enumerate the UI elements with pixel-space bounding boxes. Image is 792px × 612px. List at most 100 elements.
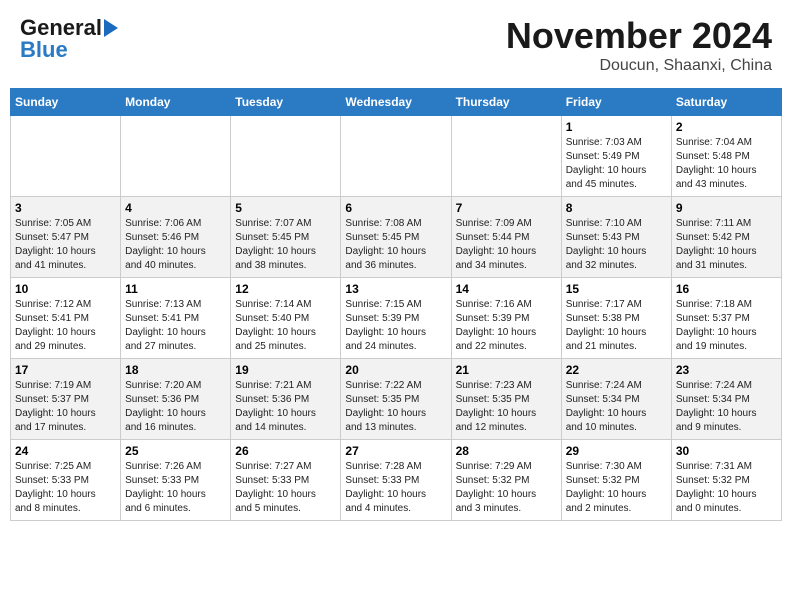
col-header-monday: Monday (121, 89, 231, 116)
day-number: 11 (125, 282, 226, 296)
day-info: Sunrise: 7:13 AM Sunset: 5:41 PM Dayligh… (125, 298, 226, 354)
day-number: 30 (676, 444, 777, 458)
day-number: 17 (15, 363, 116, 377)
calendar-cell: 21Sunrise: 7:23 AM Sunset: 5:35 PM Dayli… (451, 359, 561, 440)
calendar-cell: 5Sunrise: 7:07 AM Sunset: 5:45 PM Daylig… (231, 197, 341, 278)
calendar-cell: 18 Sunrise: 7:20 AM Sunset: 5:36 PM Dayli… (121, 359, 231, 440)
calendar-cell: 23 Sunrise: 7:24 AM Sunset: 5:34 PM Dayli… (671, 359, 781, 440)
day-info: Sunrise: 7:05 AM Sunset: 5:47 PM Dayligh… (15, 217, 116, 273)
day-number: 5 (235, 201, 336, 215)
day-number: 9 (676, 201, 777, 215)
logo-arrow-icon (104, 19, 118, 37)
day-info: Sunrise: 7:18 AM Sunset: 5:37 PM Dayligh… (676, 298, 777, 354)
day-number: 28 (456, 444, 557, 458)
day-info: Sunrise: 7:10 AM Sunset: 5:43 PM Dayligh… (566, 217, 667, 273)
day-info: Sunrise: 7:25 AM Sunset: 5:33 PM Dayligh… (15, 460, 116, 516)
month-year-title: November 2024 (506, 15, 772, 57)
calendar-cell: 20 Sunrise: 7:22 AM Sunset: 5:35 PM Dayli… (341, 359, 451, 440)
day-number: 27 (345, 444, 446, 458)
logo-bottom: Blue (20, 37, 68, 63)
day-number: 20 (345, 363, 446, 377)
calendar-cell: 3Sunrise: 7:05 AM Sunset: 5:47 PM Daylig… (11, 197, 121, 278)
calendar-cell: 8 Sunrise: 7:10 AM Sunset: 5:43 PM Daylig… (561, 197, 671, 278)
calendar-cell (231, 116, 341, 197)
calendar-cell: 28Sunrise: 7:29 AM Sunset: 5:32 PM Dayli… (451, 440, 561, 521)
col-header-thursday: Thursday (451, 89, 561, 116)
col-header-tuesday: Tuesday (231, 89, 341, 116)
calendar-cell: 6 Sunrise: 7:08 AM Sunset: 5:45 PM Daylig… (341, 197, 451, 278)
calendar-cell: 22Sunrise: 7:24 AM Sunset: 5:34 PM Dayli… (561, 359, 671, 440)
calendar-week-row: 1Sunrise: 7:03 AM Sunset: 5:49 PM Daylig… (11, 116, 782, 197)
calendar-cell: 1Sunrise: 7:03 AM Sunset: 5:49 PM Daylig… (561, 116, 671, 197)
day-info: Sunrise: 7:23 AM Sunset: 5:35 PM Dayligh… (456, 379, 557, 435)
day-info: Sunrise: 7:24 AM Sunset: 5:34 PM Dayligh… (566, 379, 667, 435)
day-number: 24 (15, 444, 116, 458)
calendar-cell: 11 Sunrise: 7:13 AM Sunset: 5:41 PM Dayli… (121, 278, 231, 359)
day-number: 29 (566, 444, 667, 458)
calendar-cell: 4Sunrise: 7:06 AM Sunset: 5:46 PM Daylig… (121, 197, 231, 278)
day-info: Sunrise: 7:30 AM Sunset: 5:32 PM Dayligh… (566, 460, 667, 516)
day-info: Sunrise: 7:14 AM Sunset: 5:40 PM Dayligh… (235, 298, 336, 354)
calendar-cell: 19 Sunrise: 7:21 AM Sunset: 5:36 PM Dayli… (231, 359, 341, 440)
page-header: General Blue November 2024 Doucun, Shaan… (10, 10, 782, 80)
day-info: Sunrise: 7:08 AM Sunset: 5:45 PM Dayligh… (345, 217, 446, 273)
calendar-header-row: SundayMondayTuesdayWednesdayThursdayFrid… (11, 89, 782, 116)
calendar-cell: 27 Sunrise: 7:28 AM Sunset: 5:33 PM Dayli… (341, 440, 451, 521)
day-info: Sunrise: 7:31 AM Sunset: 5:32 PM Dayligh… (676, 460, 777, 516)
day-info: Sunrise: 7:04 AM Sunset: 5:48 PM Dayligh… (676, 136, 777, 192)
day-number: 8 (566, 201, 667, 215)
col-header-saturday: Saturday (671, 89, 781, 116)
day-number: 19 (235, 363, 336, 377)
day-number: 2 (676, 120, 777, 134)
calendar-cell: 9 Sunrise: 7:11 AM Sunset: 5:42 PM Daylig… (671, 197, 781, 278)
day-number: 1 (566, 120, 667, 134)
calendar-week-row: 3Sunrise: 7:05 AM Sunset: 5:47 PM Daylig… (11, 197, 782, 278)
calendar-week-row: 24 Sunrise: 7:25 AM Sunset: 5:33 PM Dayli… (11, 440, 782, 521)
calendar-cell: 26 Sunrise: 7:27 AM Sunset: 5:33 PM Dayli… (231, 440, 341, 521)
calendar-cell: 15Sunrise: 7:17 AM Sunset: 5:38 PM Dayli… (561, 278, 671, 359)
calendar-cell: 25Sunrise: 7:26 AM Sunset: 5:33 PM Dayli… (121, 440, 231, 521)
day-number: 13 (345, 282, 446, 296)
day-info: Sunrise: 7:21 AM Sunset: 5:36 PM Dayligh… (235, 379, 336, 435)
day-info: Sunrise: 7:16 AM Sunset: 5:39 PM Dayligh… (456, 298, 557, 354)
day-number: 10 (15, 282, 116, 296)
day-number: 26 (235, 444, 336, 458)
col-header-sunday: Sunday (11, 89, 121, 116)
day-number: 12 (235, 282, 336, 296)
calendar-cell: 2 Sunrise: 7:04 AM Sunset: 5:48 PM Daylig… (671, 116, 781, 197)
day-info: Sunrise: 7:09 AM Sunset: 5:44 PM Dayligh… (456, 217, 557, 273)
calendar-cell: 16 Sunrise: 7:18 AM Sunset: 5:37 PM Dayli… (671, 278, 781, 359)
day-info: Sunrise: 7:17 AM Sunset: 5:38 PM Dayligh… (566, 298, 667, 354)
calendar-cell: 24 Sunrise: 7:25 AM Sunset: 5:33 PM Dayli… (11, 440, 121, 521)
calendar-week-row: 17 Sunrise: 7:19 AM Sunset: 5:37 PM Dayli… (11, 359, 782, 440)
calendar-cell: 12 Sunrise: 7:14 AM Sunset: 5:40 PM Dayli… (231, 278, 341, 359)
calendar-cell: 7Sunrise: 7:09 AM Sunset: 5:44 PM Daylig… (451, 197, 561, 278)
day-info: Sunrise: 7:28 AM Sunset: 5:33 PM Dayligh… (345, 460, 446, 516)
day-info: Sunrise: 7:12 AM Sunset: 5:41 PM Dayligh… (15, 298, 116, 354)
location-subtitle: Doucun, Shaanxi, China (506, 57, 772, 75)
day-info: Sunrise: 7:22 AM Sunset: 5:35 PM Dayligh… (345, 379, 446, 435)
calendar-cell: 30 Sunrise: 7:31 AM Sunset: 5:32 PM Dayli… (671, 440, 781, 521)
day-number: 6 (345, 201, 446, 215)
day-info: Sunrise: 7:11 AM Sunset: 5:42 PM Dayligh… (676, 217, 777, 273)
calendar-table: SundayMondayTuesdayWednesdayThursdayFrid… (10, 88, 782, 521)
calendar-cell: 10 Sunrise: 7:12 AM Sunset: 5:41 PM Dayli… (11, 278, 121, 359)
calendar-cell: 29 Sunrise: 7:30 AM Sunset: 5:32 PM Dayli… (561, 440, 671, 521)
calendar-cell: 17 Sunrise: 7:19 AM Sunset: 5:37 PM Dayli… (11, 359, 121, 440)
day-number: 14 (456, 282, 557, 296)
day-info: Sunrise: 7:26 AM Sunset: 5:33 PM Dayligh… (125, 460, 226, 516)
calendar-cell (11, 116, 121, 197)
day-info: Sunrise: 7:20 AM Sunset: 5:36 PM Dayligh… (125, 379, 226, 435)
day-info: Sunrise: 7:19 AM Sunset: 5:37 PM Dayligh… (15, 379, 116, 435)
day-info: Sunrise: 7:24 AM Sunset: 5:34 PM Dayligh… (676, 379, 777, 435)
day-info: Sunrise: 7:27 AM Sunset: 5:33 PM Dayligh… (235, 460, 336, 516)
logo: General Blue (20, 15, 118, 63)
day-info: Sunrise: 7:06 AM Sunset: 5:46 PM Dayligh… (125, 217, 226, 273)
day-number: 23 (676, 363, 777, 377)
calendar-week-row: 10 Sunrise: 7:12 AM Sunset: 5:41 PM Dayli… (11, 278, 782, 359)
day-info: Sunrise: 7:15 AM Sunset: 5:39 PM Dayligh… (345, 298, 446, 354)
day-number: 16 (676, 282, 777, 296)
calendar-cell: 14 Sunrise: 7:16 AM Sunset: 5:39 PM Dayli… (451, 278, 561, 359)
calendar-cell (451, 116, 561, 197)
day-number: 18 (125, 363, 226, 377)
